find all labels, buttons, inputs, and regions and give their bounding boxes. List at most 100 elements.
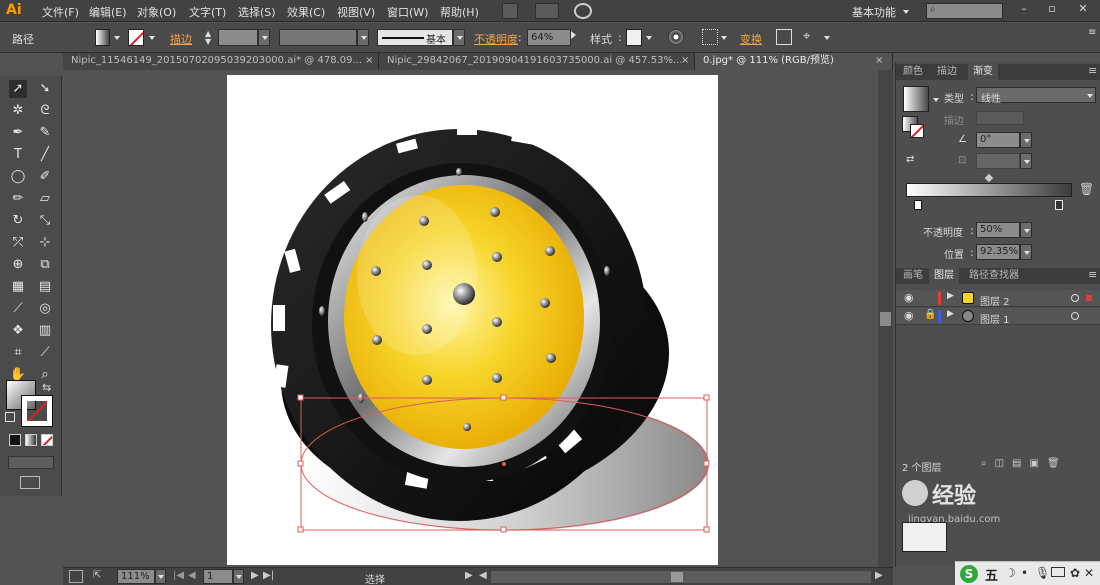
tab-close-icon[interactable]: ×	[875, 53, 883, 69]
opacity-slider-arrow-icon[interactable]	[571, 31, 576, 39]
tab-gradient[interactable]: 渐变	[968, 64, 998, 80]
angle-field[interactable]: 0°	[976, 132, 1020, 148]
slice-tool-icon[interactable]: ⟋	[36, 344, 54, 362]
menu-help[interactable]: 帮助(H)	[440, 4, 479, 19]
aspect-ratio-field[interactable]	[976, 153, 1020, 169]
menu-window[interactable]: 窗口(W)	[387, 4, 428, 19]
menu-select[interactable]: 选择(S)	[238, 4, 276, 19]
maximize-icon[interactable]: ▫	[1043, 3, 1061, 17]
width-tool-icon[interactable]: ⤱	[9, 234, 27, 252]
menu-file[interactable]: 文件(F)	[42, 4, 79, 19]
stroke-color-box[interactable]	[21, 395, 53, 427]
rotate-tool-icon[interactable]: ↻	[9, 212, 27, 230]
workspace-switcher[interactable]: 基本功能	[852, 4, 896, 19]
curvature-tool-icon[interactable]: ✎	[36, 124, 54, 142]
line-tool-icon[interactable]: ╱	[36, 146, 54, 164]
vertical-scroll-thumb[interactable]	[880, 312, 891, 326]
gradient-preview-swatch[interactable]	[903, 86, 929, 112]
hscroll-left-icon[interactable]: ◀	[479, 570, 487, 581]
symbol-preview[interactable]	[902, 522, 947, 552]
tab-document-1[interactable]: Nipic_11546149_20150702095039203000.ai* …	[63, 53, 379, 70]
gpu-performance-icon[interactable]	[574, 3, 592, 19]
free-transform-tool-icon[interactable]: ⊹	[36, 234, 54, 252]
gradient-mode-icon[interactable]	[25, 434, 37, 446]
gradient-slider[interactable]	[906, 183, 1072, 197]
gradient-type-select[interactable]: 线性	[976, 87, 1096, 105]
tab-color[interactable]: 颜色	[898, 64, 928, 80]
ellipse-tool-icon[interactable]: ◯	[9, 168, 27, 186]
variable-width-dropdown[interactable]	[357, 29, 369, 46]
direct-selection-tool-icon[interactable]: ➘	[36, 80, 54, 98]
shape-builder-tool-icon[interactable]: ⊕	[9, 256, 27, 274]
workspace-caret-icon[interactable]	[903, 10, 909, 14]
status-menu-arrow-icon[interactable]: ▶	[465, 570, 473, 581]
reverse-gradient-icon[interactable]: ⇄	[906, 154, 914, 165]
hscroll-right-icon[interactable]: ▶	[875, 570, 883, 581]
stroke-stepper[interactable]: ▲ ▼	[205, 30, 215, 46]
tab-stroke[interactable]: 描边	[932, 64, 962, 80]
layer-target-icon[interactable]	[1071, 294, 1079, 302]
tab-close-icon[interactable]: ×	[681, 53, 689, 69]
pen-tool-icon[interactable]: ✒	[9, 124, 27, 142]
color-mode-icon[interactable]	[9, 434, 21, 446]
horizontal-scroll-thumb[interactable]	[671, 572, 683, 582]
stroke-mini-icon[interactable]	[910, 124, 924, 138]
stroke-swatch[interactable]	[128, 29, 144, 46]
fill-caret-icon[interactable]	[114, 36, 120, 40]
layer-target-icon[interactable]	[1071, 312, 1079, 320]
vertical-scrollbar[interactable]	[878, 70, 893, 567]
align-caret-icon[interactable]	[721, 36, 727, 40]
column-graph-tool-icon[interactable]: ▥	[36, 322, 54, 340]
graphic-style-swatch[interactable]	[626, 29, 642, 46]
close-window-icon[interactable]: ✕	[1074, 3, 1092, 17]
lock-icon[interactable]: 🔒	[924, 309, 936, 320]
last-artboard-icon[interactable]: ▶|	[263, 570, 274, 581]
next-artboard-icon[interactable]: ▶	[251, 570, 259, 581]
layer-name[interactable]: 图层 1	[980, 311, 1010, 326]
fill-swatch[interactable]	[95, 29, 110, 46]
minimize-icon[interactable]: –	[1015, 3, 1033, 17]
angle-dropdown[interactable]	[1020, 132, 1032, 148]
menu-effect[interactable]: 效果(C)	[287, 4, 325, 19]
tab-document-2[interactable]: Nipic_29842067_20190904191603735000.ai @…	[379, 53, 695, 70]
stroke-weight-field[interactable]	[218, 29, 258, 46]
artboard-tool-icon[interactable]: ⌗	[9, 344, 27, 362]
default-colors-icon[interactable]	[5, 412, 15, 422]
stop-position-dropdown[interactable]	[1020, 244, 1032, 260]
share-icon[interactable]: ⇱	[93, 570, 107, 583]
stroke-gradient-options[interactable]	[976, 111, 1024, 125]
scale-tool-icon[interactable]: ⤡	[36, 212, 54, 230]
sogou-icon[interactable]: S	[960, 565, 978, 583]
layer-row[interactable]: ◉ ▶ 图层 2	[896, 290, 1100, 308]
zoom-field[interactable]: 111%	[117, 569, 155, 584]
screen-mode-icon[interactable]	[20, 476, 40, 489]
bridge-icon[interactable]	[502, 3, 518, 19]
punctuation-icon[interactable]: •	[1021, 566, 1028, 580]
prev-artboard-icon[interactable]: ◀	[188, 570, 196, 581]
visibility-eye-icon[interactable]: ◉	[904, 291, 914, 304]
delete-stop-icon[interactable]: 🗑	[1079, 182, 1094, 196]
stop-position-field[interactable]: 92.35%	[976, 244, 1020, 260]
gradient-stop-right[interactable]	[1055, 200, 1063, 210]
stop-opacity-dropdown[interactable]	[1020, 222, 1032, 238]
magic-wand-tool-icon[interactable]: ✲	[9, 102, 27, 120]
layers-panel-menu-icon[interactable]: ≡	[1088, 268, 1097, 281]
first-artboard-icon[interactable]: |◀	[173, 570, 184, 581]
ime-mode-label[interactable]: 五	[985, 565, 998, 584]
visibility-eye-icon[interactable]: ◉	[904, 309, 914, 322]
skin-icon[interactable]: ✿	[1070, 566, 1080, 580]
gradient-midpoint-icon[interactable]	[984, 173, 994, 183]
panel-menu-icon[interactable]: ≡	[1088, 28, 1096, 44]
recolor-artwork-icon[interactable]	[668, 29, 684, 45]
tab-layers[interactable]: 图层	[929, 268, 959, 284]
pencil-tool-icon[interactable]: ✏	[9, 190, 27, 208]
tools-icon[interactable]: ✕	[1084, 566, 1094, 580]
arrange-documents-icon[interactable]	[535, 3, 559, 19]
stroke-caret-icon[interactable]	[149, 36, 155, 40]
gradient-preset-caret-icon[interactable]	[933, 98, 939, 102]
align-to-icon[interactable]	[702, 29, 718, 45]
help-search-input[interactable]: ⌕	[926, 3, 1003, 19]
layers-footer-icons[interactable]: ⌕◫▤▣🗑	[981, 458, 1068, 469]
isolate-object-icon[interactable]	[776, 29, 792, 45]
tab-brushes[interactable]: 画笔	[898, 268, 928, 284]
